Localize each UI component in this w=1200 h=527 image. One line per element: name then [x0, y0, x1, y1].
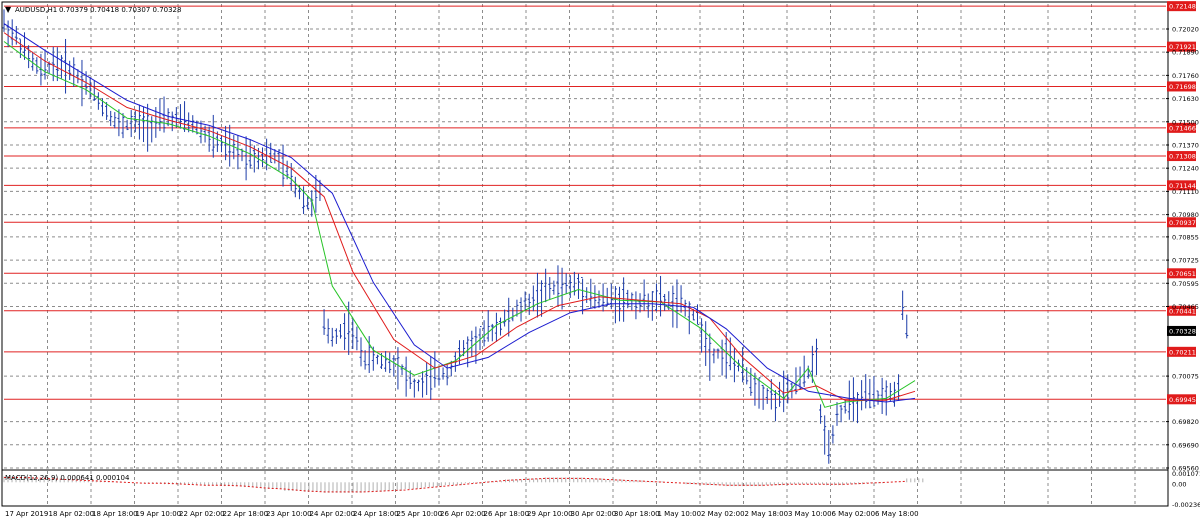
level-label: 0.71698: [1169, 83, 1196, 91]
x-tick-label: 2 May 02:00: [701, 510, 745, 518]
y-tick-label: 0.70595: [1172, 280, 1199, 288]
y-tick-label: 0.71110: [1172, 188, 1199, 196]
x-tick-label: 6 May 18:00: [875, 510, 919, 518]
y-tick-label: 0.71370: [1172, 141, 1199, 149]
level-label: 0.69945: [1169, 396, 1196, 404]
x-tick-label: 22 Apr 02:00: [179, 510, 225, 518]
y-tick-label: 0.71760: [1172, 72, 1199, 80]
macd-label: MACD(12,26,9) 0.000641 0.000104: [5, 474, 130, 482]
y-tick-label: 0.69690: [1172, 441, 1199, 449]
indicator-pane-frame: [1, 469, 1169, 507]
mt4-chart-window[interactable]: 0.72148 0.71921 0.71698 0.71466 0.71308 0.711…: [0, 0, 1200, 523]
x-tick-label: 26 Apr 02:00: [440, 510, 486, 518]
x-tick-label: 24 Apr 02:00: [310, 510, 356, 518]
macd-scale-label: 0.00: [1172, 480, 1186, 488]
x-tick-label: 26 Apr 18:00: [484, 510, 530, 518]
level-label: 0.70937: [1169, 219, 1196, 227]
y-tick-label: 0.69820: [1172, 418, 1199, 426]
macd-scale-label: -0.002367: [1172, 501, 1200, 509]
macd-scale-label: 0.001071: [1172, 470, 1200, 478]
y-tick-label: 0.71890: [1172, 49, 1199, 57]
level-label: 0.70651: [1169, 270, 1196, 278]
price-axis: 0.72020 0.71890 0.71760 0.71630 0.71500 0.713…: [1166, 25, 1199, 473]
x-tick-label: 30 Apr 18:00: [614, 510, 660, 518]
x-tick-label: 23 Apr 10:00: [266, 510, 312, 518]
x-tick-label: 3 May 10:00: [788, 510, 832, 518]
level-label: 0.72148: [1169, 3, 1196, 11]
x-tick-label: 18 Apr 18:00: [92, 510, 138, 518]
current-price-label: 0.70328: [1169, 327, 1196, 335]
x-tick-label: 19 Apr 10:00: [136, 510, 182, 518]
x-tick-label: 25 Apr 10:00: [397, 510, 443, 518]
y-tick-label: 0.72020: [1172, 25, 1199, 33]
y-tick-label: 0.71500: [1172, 118, 1199, 126]
main-pane-frame: [1, 1, 1169, 471]
y-tick-label: 0.71630: [1172, 95, 1199, 103]
x-tick-label: 2 May 18:00: [745, 510, 789, 518]
x-tick-label: 29 Apr 10:00: [527, 510, 573, 518]
y-tick-label: 0.70855: [1172, 233, 1199, 241]
price-chart[interactable]: 0.721480.719210.716980.714660.713080.711…: [0, 0, 1200, 523]
x-tick-label: 24 Apr 18:00: [353, 510, 399, 518]
x-tick-label: 1 May 10:00: [658, 510, 702, 518]
y-tick-label: 0.70725: [1172, 257, 1199, 265]
x-tick-label: 18 Apr 02:00: [49, 510, 95, 518]
x-tick-label: 6 May 02:00: [832, 510, 876, 518]
y-tick-label: 0.70075: [1172, 373, 1199, 381]
y-tick-label: 0.70980: [1172, 211, 1199, 219]
level-label: 0.71308: [1169, 153, 1196, 161]
chart-symbol: AUDUSD,H1: [15, 6, 57, 14]
x-tick-label: 22 Apr 18:00: [223, 510, 269, 518]
time-axis: 17 Apr 2019 18 Apr 02:0018 Apr 18:0019 Ap…: [5, 510, 919, 518]
y-tick-label: 0.70465: [1172, 303, 1199, 311]
level-label: 0.70211: [1169, 348, 1196, 356]
x-tick-label: 30 Apr 02:00: [571, 510, 617, 518]
x-tick-label: 17 Apr 2019: [5, 510, 48, 518]
chart-ohlc: 0.70379 0.70418 0.70307 0.70328: [59, 6, 181, 14]
y-tick-label: 0.71240: [1172, 165, 1199, 173]
chart-menu-icon[interactable]: ▼: [5, 5, 12, 14]
